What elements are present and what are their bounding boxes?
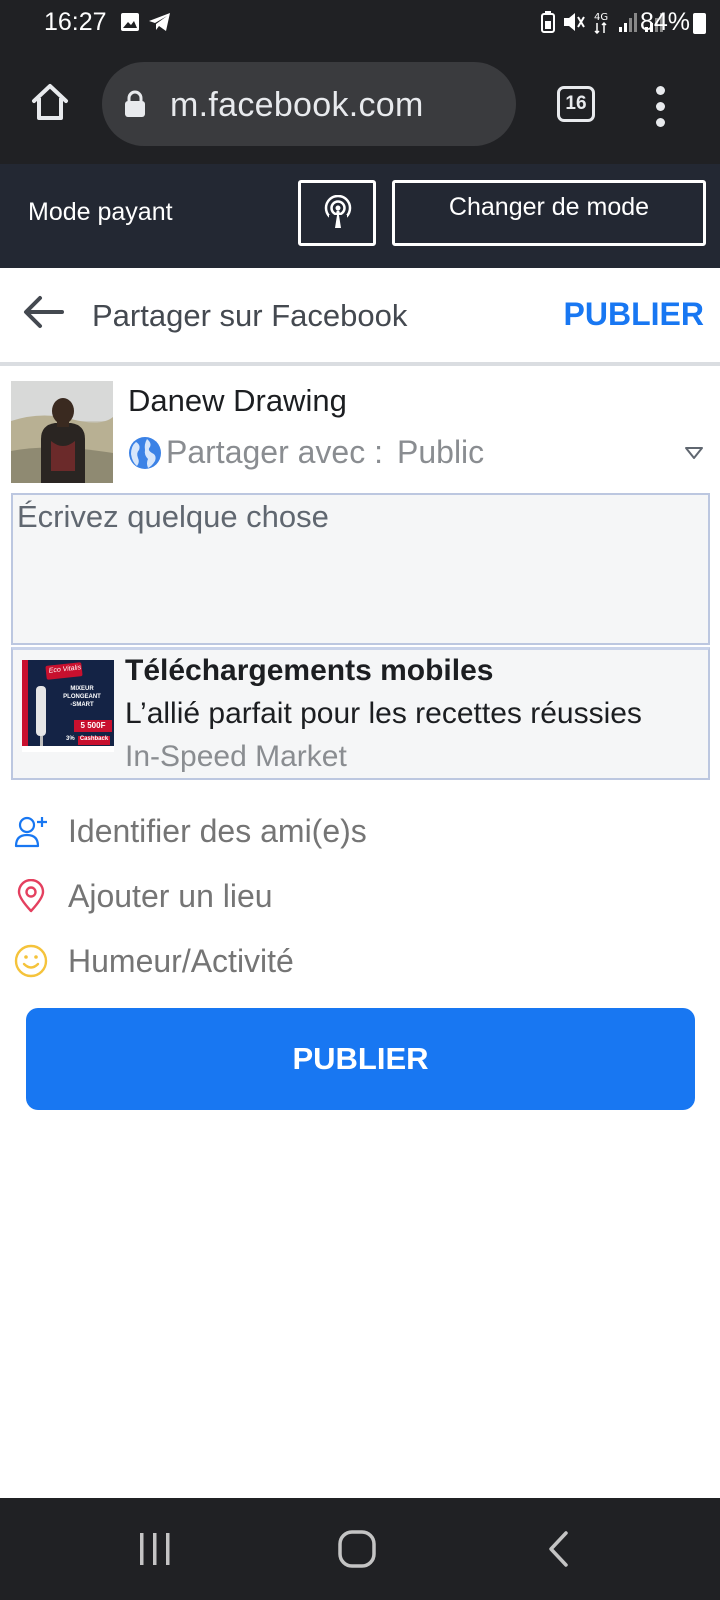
thumb-product-line2: PLONGEANT — [63, 694, 101, 700]
home-icon[interactable] — [30, 82, 70, 122]
back-nav-icon[interactable] — [546, 1530, 570, 1568]
share-label: Partager avec : — [166, 434, 383, 470]
post-text-input[interactable] — [17, 499, 697, 639]
publish-button[interactable]: PUBLIER — [26, 1008, 695, 1110]
thumb-product-line3: -SMART — [70, 702, 94, 708]
audience-value: Public — [397, 434, 485, 470]
recent-apps-icon[interactable] — [138, 1532, 172, 1566]
system-nav-bar — [0, 1498, 720, 1600]
feeling-activity-row[interactable]: Humeur/Activité — [14, 937, 294, 985]
network-4g-icon: 4G — [594, 12, 608, 34]
browser-toolbar: m.facebook.com 16 — [0, 46, 720, 164]
publish-header-button[interactable]: PUBLIER — [564, 296, 704, 333]
tabs-switcher-button[interactable]: 16 — [557, 86, 595, 122]
link-preview-card[interactable]: Eco Vitalis MIXEUR PLONGEANT -SMART 5 50… — [11, 647, 710, 780]
preview-title: Téléchargements mobiles — [125, 654, 494, 687]
battery-saver-icon — [541, 11, 555, 33]
mode-label: Mode payant — [28, 198, 173, 226]
mode-banner: Mode payant Changer de mode — [0, 164, 720, 268]
browser-menu-button[interactable] — [640, 76, 680, 136]
data-mode-button[interactable] — [298, 180, 376, 246]
composer-box — [11, 493, 710, 645]
gallery-icon — [121, 13, 139, 31]
lock-icon — [125, 90, 145, 117]
broadcast-icon — [324, 195, 352, 231]
add-location-row[interactable]: Ajouter un lieu — [14, 872, 273, 920]
person-add-icon — [14, 816, 47, 848]
preview-description: L’allié parfait pour les recettes réussi… — [125, 697, 642, 730]
preview-thumbnail: Eco Vitalis MIXEUR PLONGEANT -SMART 5 50… — [22, 660, 114, 752]
privacy-selector[interactable]: Partager avec : Public — [128, 434, 484, 471]
url-text: m.facebook.com — [170, 86, 424, 124]
preview-domain: In-Speed Market — [125, 740, 347, 773]
smiley-icon — [14, 944, 48, 978]
tag-friends-label: Identifier des ami(e)s — [68, 812, 367, 849]
user-name: Danew Drawing — [128, 383, 347, 418]
share-header: Partager sur Facebook PUBLIER — [0, 268, 720, 366]
thumb-price: 5 500F — [80, 721, 106, 730]
status-left-icons — [120, 12, 172, 32]
feeling-activity-label: Humeur/Activité — [68, 942, 294, 979]
avatar — [11, 381, 113, 483]
page-title: Partager sur Facebook — [92, 298, 408, 333]
thumb-product-line1: MIXEUR — [70, 686, 94, 692]
telegram-icon — [149, 13, 170, 31]
thumb-cashback-pct: 3% — [66, 736, 75, 742]
add-location-label: Ajouter un lieu — [68, 877, 273, 914]
location-pin-icon — [17, 879, 45, 913]
back-arrow-icon[interactable] — [22, 294, 64, 330]
battery-icon — [693, 13, 706, 34]
home-nav-icon[interactable] — [338, 1530, 376, 1568]
signal-bars-icon — [619, 13, 637, 32]
battery-percent: 84% — [639, 8, 690, 36]
thumb-cashback: Cashback — [79, 736, 109, 742]
status-bar: 16:27 4G 84% — [0, 0, 720, 46]
address-bar[interactable]: m.facebook.com — [102, 62, 516, 146]
change-mode-button[interactable]: Changer de mode — [392, 180, 706, 246]
network-label: 4G — [594, 12, 608, 23]
chevron-down-icon[interactable] — [684, 446, 704, 460]
tag-friends-row[interactable]: Identifier des ami(e)s — [14, 807, 367, 855]
mute-icon — [564, 13, 585, 31]
globe-icon — [129, 436, 161, 469]
status-time: 16:27 — [44, 8, 107, 36]
